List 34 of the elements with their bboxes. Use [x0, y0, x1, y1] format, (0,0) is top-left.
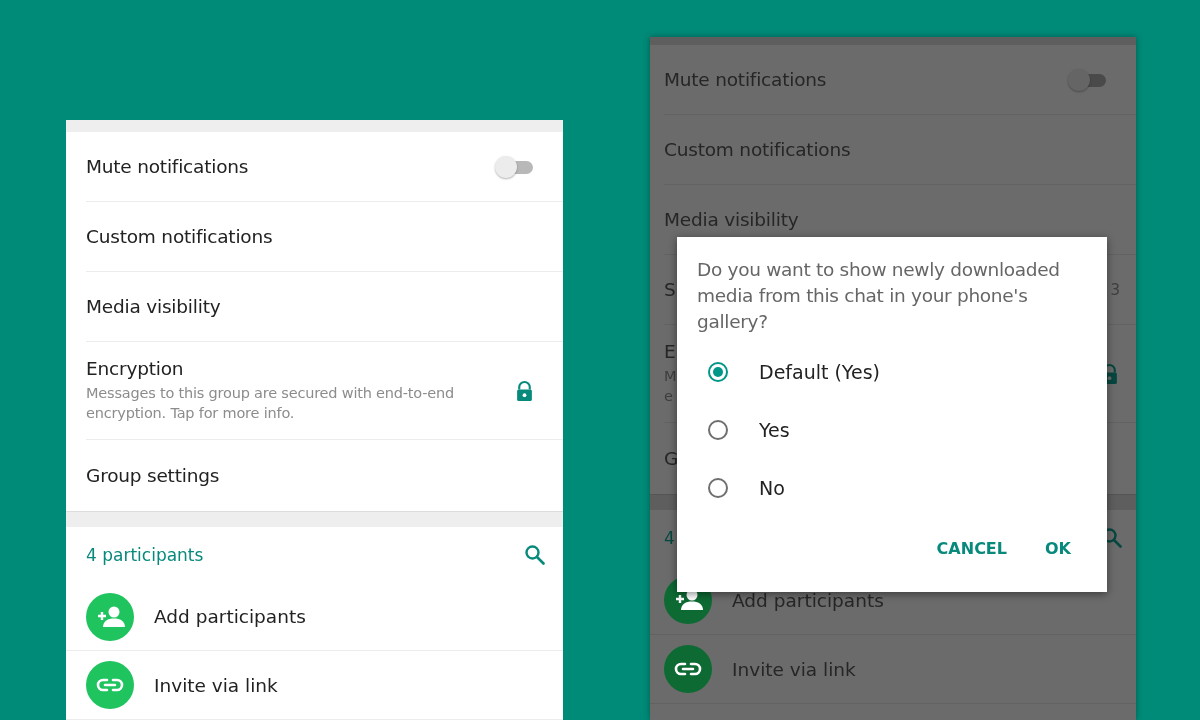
participant-action[interactable]: Add participants — [66, 582, 563, 652]
option-label: No — [759, 477, 785, 499]
setting-label: S — [664, 279, 676, 300]
participants-count: 4 participants — [86, 544, 204, 565]
setting-label: Mute notifications — [86, 156, 249, 177]
setting-label: Mute notifications — [664, 69, 827, 90]
action-label: Invite via link — [154, 674, 278, 696]
radio-option[interactable]: Default (Yes) — [697, 343, 1083, 401]
action-label: Invite via link — [732, 658, 856, 680]
participants-count: 4 — [664, 528, 675, 548]
setting-label: Media visibility — [86, 296, 221, 317]
action-label: Add participants — [732, 589, 884, 611]
option-label: Default (Yes) — [759, 361, 880, 383]
option-label: Yes — [759, 419, 790, 441]
radio-option[interactable]: No — [697, 459, 1083, 517]
setting-label: Group settings — [86, 465, 220, 486]
setting-description: encryption. Tap for more info. — [86, 404, 295, 423]
participant-action[interactable]: Invite via link — [66, 651, 563, 720]
action-label: Add participants — [154, 606, 306, 627]
settings-row[interactable]: Media visibility — [86, 272, 563, 342]
setting-label: Encryption — [86, 358, 184, 379]
setting-label: Media visibility — [664, 209, 799, 230]
settings-row[interactable]: Mute notifications — [86, 132, 563, 202]
radio-option[interactable]: Yes — [697, 401, 1083, 459]
dialog-button[interactable]: OK — [1033, 531, 1083, 566]
setting-description: Messages to this group are secured with end-to-end — [86, 384, 455, 403]
setting-label: Custom notifications — [664, 139, 851, 160]
settings-row[interactable]: Encryption Messages to this group are secured with end-to-end encryption. Tap for more info. — [86, 342, 563, 440]
dialog-message: Do you want to show newly downloaded media from this chat in your phone's gallery? — [697, 258, 1061, 334]
settings-row[interactable]: Group settings — [86, 440, 563, 511]
setting-label: E — [664, 341, 676, 362]
settings-row[interactable]: Custom notifications — [86, 202, 563, 272]
setting-label: Custom notifications — [86, 226, 273, 247]
dialog-button[interactable]: CANCEL — [924, 531, 1019, 566]
